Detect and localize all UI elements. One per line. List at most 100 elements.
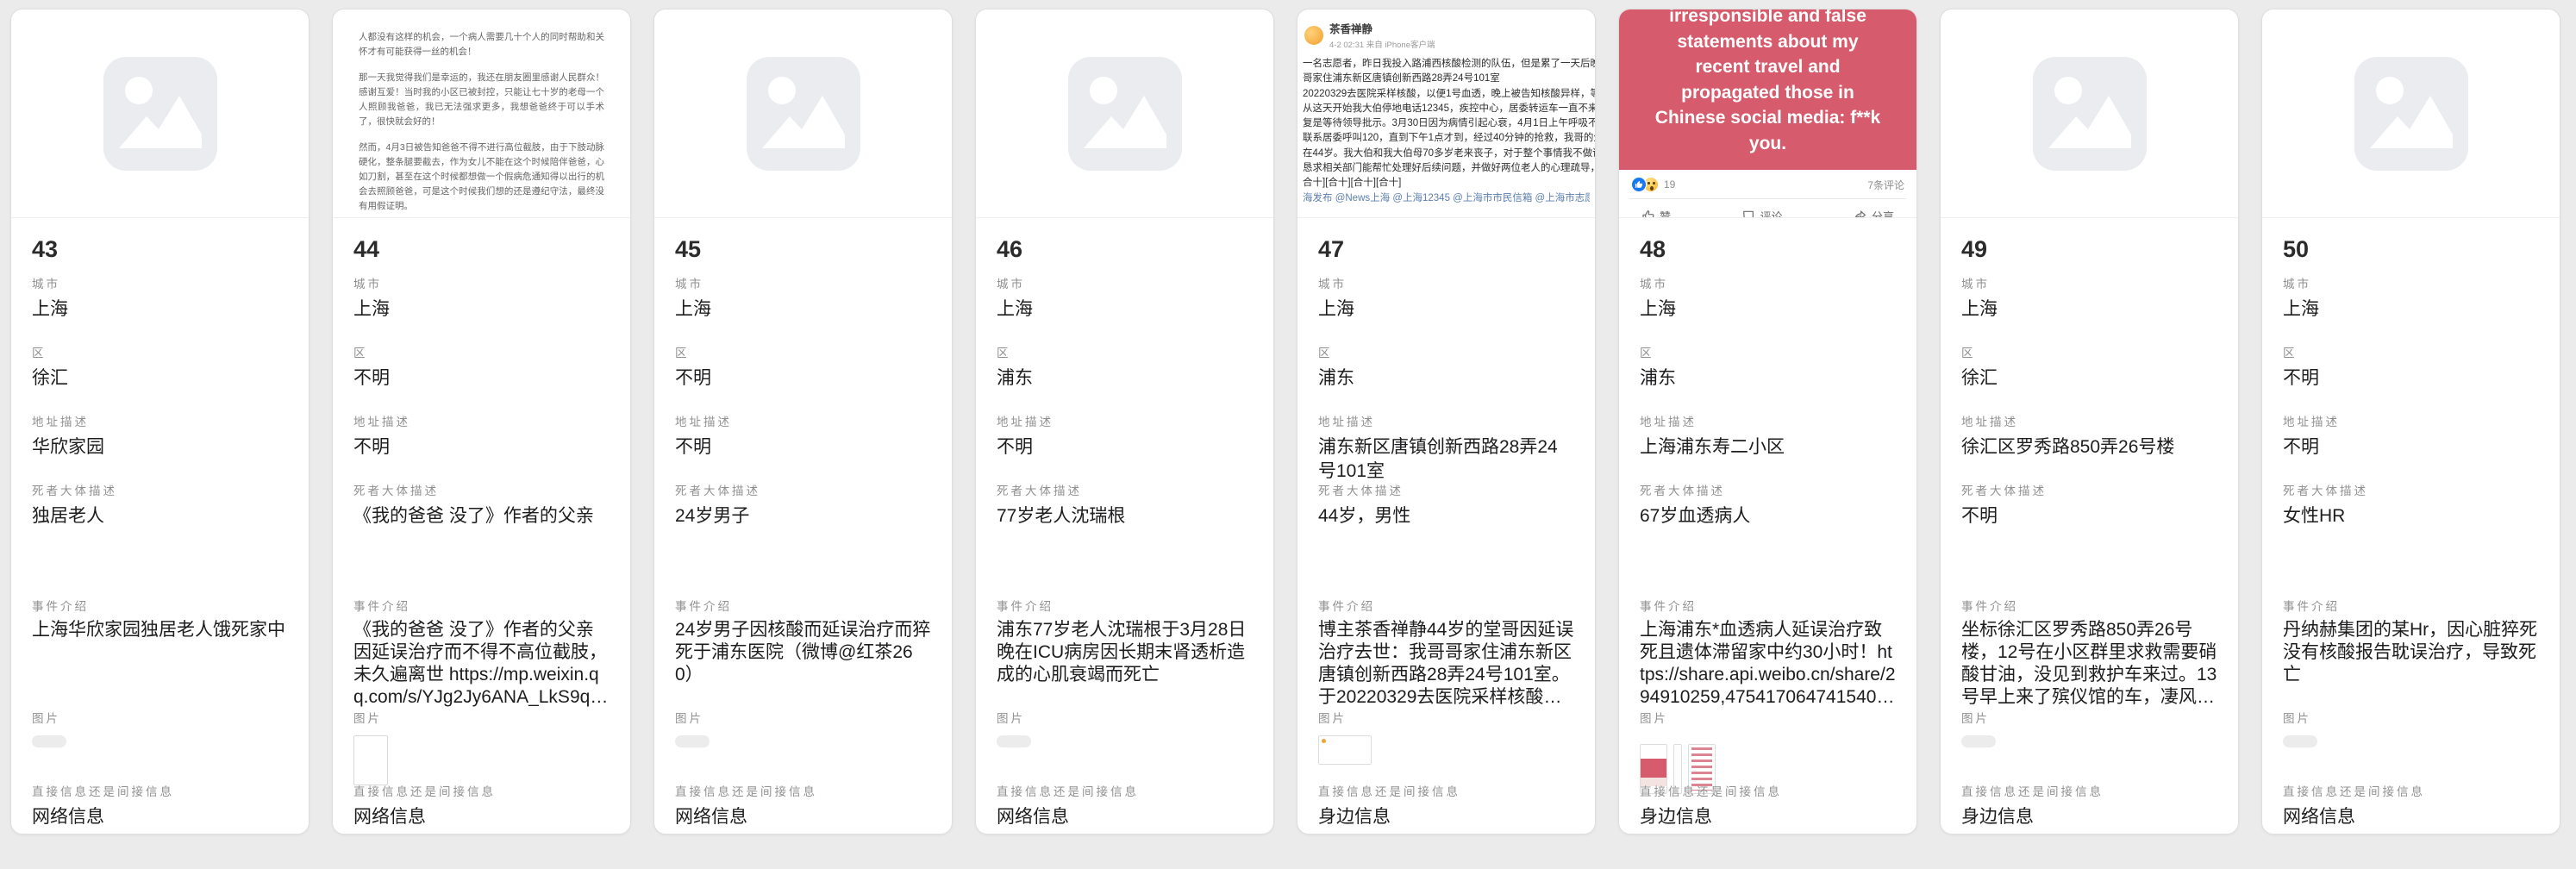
field-label-address: 地址描述 — [32, 415, 288, 430]
field-label-address: 地址描述 — [1318, 415, 1574, 430]
card-number: 49 — [1961, 235, 2217, 263]
field-label-district: 区 — [675, 346, 931, 361]
field-value-event: 博主茶香禅静44岁的堂哥因延误治疗去世：我哥哥家住浦东新区唐镇创新西路28弄24… — [1318, 619, 1574, 709]
comments-count: 7条评论 — [1867, 178, 1904, 192]
article-screenshot-text: 人都没有这样的机会，一个病人需要几十个人的同时帮助和关怀才有可能获得一丝的机会！… — [359, 30, 604, 218]
field-label-deceased: 死者大体描述 — [1961, 484, 2217, 499]
record-card-50[interactable]: 50 城市 上海 区 不明 地址描述 不明 死者大体描述 女性HR 事件介绍 丹… — [2261, 9, 2560, 835]
field-value-event: 丹纳赫集团的某Hr，因心脏猝死没有核酸报告耽误治疗，导致死亡 — [2283, 619, 2539, 686]
card-cover[interactable]: 茶香禅静 4-2 02:31 来自 iPhone客户端 一名志愿者，昨日我投入路… — [1297, 9, 1595, 218]
card-cover[interactable] — [11, 9, 309, 218]
field-label-address: 地址描述 — [2283, 415, 2539, 430]
card-cover[interactable]: 人都没有这样的机会，一个病人需要几十个人的同时帮助和关怀才有可能获得一丝的机会！… — [333, 9, 630, 218]
field-label-deceased: 死者大体描述 — [675, 484, 931, 499]
field-value-address: 上海浦东寿二小区 — [1640, 435, 1896, 460]
field-label-source-type: 直接信息还是间接信息 — [32, 785, 288, 800]
image-placeholder-icon — [654, 9, 952, 217]
field-value-source-type: 网络信息 — [675, 805, 931, 829]
field-label-address: 地址描述 — [997, 415, 1253, 430]
record-card-48[interactable]: irresponsible and falsestatements about … — [1618, 9, 1917, 835]
image-placeholder-icon — [2262, 9, 2560, 217]
card-cover[interactable] — [976, 9, 1273, 218]
card-grid: 43 城市 上海 区 徐汇 地址描述 华欣家园 死者大体描述 独居老人 事件介绍… — [0, 0, 2576, 843]
field-label-event: 事件介绍 — [1640, 599, 1896, 615]
image-thumbnail[interactable] — [1961, 735, 1996, 747]
field-label-district: 区 — [1961, 346, 2217, 361]
red-banner-text: irresponsible and falsestatements about … — [1633, 9, 1903, 156]
field-value-source-type: 网络信息 — [353, 805, 610, 829]
field-value-city: 上海 — [353, 297, 610, 322]
weibo-screenshot: 茶香禅静 4-2 02:31 来自 iPhone客户端 一名志愿者，昨日我投入路… — [1297, 9, 1595, 207]
field-label-city: 城市 — [32, 277, 288, 292]
field-label-city: 城市 — [1318, 277, 1574, 292]
field-value-city: 上海 — [32, 297, 288, 322]
field-value-city: 上海 — [1961, 297, 2217, 322]
field-label-city: 城市 — [675, 277, 931, 292]
field-value-deceased: 24岁男子 — [675, 504, 931, 528]
record-card-47[interactable]: 茶香禅静 4-2 02:31 来自 iPhone客户端 一名志愿者，昨日我投入路… — [1297, 9, 1596, 835]
record-card-45[interactable]: 45 城市 上海 区 不明 地址描述 不明 死者大体描述 24岁男子 事件介绍 … — [653, 9, 953, 835]
field-label-district: 区 — [1318, 346, 1574, 361]
field-value-address: 不明 — [997, 435, 1253, 460]
field-label-image: 图片 — [2283, 711, 2539, 727]
field-label-city: 城市 — [2283, 277, 2539, 292]
card-number: 46 — [997, 235, 1253, 263]
field-label-image: 图片 — [353, 711, 610, 727]
field-value-deceased: 女性HR — [2283, 504, 2539, 528]
share-button[interactable]: 分享 — [1854, 206, 1894, 218]
record-card-43[interactable]: 43 城市 上海 区 徐汇 地址描述 华欣家园 死者大体描述 独居老人 事件介绍… — [10, 9, 309, 835]
field-value-district: 徐汇 — [1961, 366, 2217, 391]
field-value-district: 浦东 — [997, 366, 1253, 391]
field-label-city: 城市 — [353, 277, 610, 292]
weibo-post-text: 一名志愿者，昨日我投入路浦西核酸检测的队伍，但是累了一天后晚上接哥家住浦东新区唐… — [1303, 57, 1595, 191]
field-label-deceased: 死者大体描述 — [997, 484, 1253, 499]
field-label-district: 区 — [1640, 346, 1896, 361]
field-value-source-type: 身边信息 — [1318, 805, 1574, 829]
comment-button[interactable]: 评论 — [1741, 206, 1782, 218]
field-label-event: 事件介绍 — [675, 599, 931, 615]
field-label-source-type: 直接信息还是间接信息 — [1640, 785, 1896, 800]
weibo-avatar — [1304, 26, 1323, 45]
field-label-deceased: 死者大体描述 — [1640, 484, 1896, 499]
card-number: 50 — [2283, 235, 2539, 263]
field-value-district: 徐汇 — [32, 366, 288, 391]
document-thumbnail[interactable] — [353, 735, 388, 785]
like-button[interactable]: 赞 — [1641, 206, 1671, 218]
weibo-timestamp: 4-2 02:31 来自 iPhone客户端 — [1329, 38, 1435, 50]
record-card-46[interactable]: 46 城市 上海 区 浦东 地址描述 不明 死者大体描述 77岁老人沈瑞根 事件… — [975, 9, 1274, 835]
weibo-mention-links: 海发布 @News上海 @上海12345 @上海市市民信箱 @上海市志愿者协会 — [1303, 191, 1590, 206]
record-card-44[interactable]: 人都没有这样的机会，一个病人需要几十个人的同时帮助和关怀才有可能获得一丝的机会！… — [332, 9, 631, 835]
field-label-city: 城市 — [1640, 277, 1896, 292]
card-cover[interactable]: irresponsible and falsestatements about … — [1619, 9, 1916, 218]
like-reaction-icon — [1631, 177, 1647, 192]
field-value-deceased: 44岁，男性 — [1318, 504, 1574, 528]
social-post-screenshot: irresponsible and falsestatements about … — [1619, 9, 1916, 218]
image-thumbnail[interactable] — [32, 735, 66, 747]
card-cover[interactable] — [654, 9, 952, 218]
article-screenshot: 人都没有这样的机会，一个病人需要几十个人的同时帮助和关怀才有可能获得一丝的机会！… — [333, 9, 630, 218]
image-placeholder-icon — [1941, 9, 2238, 217]
image-thumbnail[interactable] — [2283, 735, 2317, 747]
card-number: 47 — [1318, 235, 1574, 263]
field-label-address: 地址描述 — [353, 415, 610, 430]
field-value-city: 上海 — [675, 297, 931, 322]
image-thumbnail[interactable] — [997, 735, 1031, 747]
field-value-district: 不明 — [2283, 366, 2539, 391]
field-label-event: 事件介绍 — [2283, 599, 2539, 615]
card-cover[interactable] — [2262, 9, 2560, 218]
image-placeholder-icon — [976, 9, 1273, 217]
weibo-thumbnail[interactable] — [1318, 735, 1372, 765]
field-value-address: 不明 — [353, 435, 610, 460]
field-label-deceased: 死者大体描述 — [2283, 484, 2539, 499]
card-number: 43 — [32, 235, 288, 263]
field-label-district: 区 — [2283, 346, 2539, 361]
image-thumbnail[interactable] — [675, 735, 710, 747]
field-value-address: 不明 — [2283, 435, 2539, 460]
card-cover[interactable] — [1941, 9, 2238, 218]
field-label-address: 地址描述 — [1961, 415, 2217, 430]
field-label-event: 事件介绍 — [32, 599, 288, 615]
field-label-source-type: 直接信息还是间接信息 — [1318, 785, 1574, 800]
record-card-49[interactable]: 49 城市 上海 区 徐汇 地址描述 徐汇区罗秀路850弄26号楼 死者大体描述… — [1940, 9, 2239, 835]
field-label-city: 城市 — [997, 277, 1253, 292]
field-value-district: 不明 — [675, 366, 931, 391]
